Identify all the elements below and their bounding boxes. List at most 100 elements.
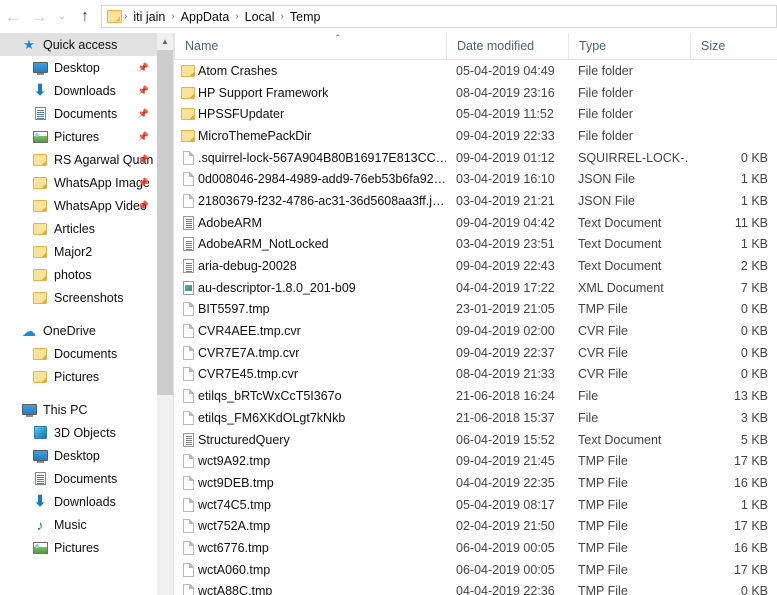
table-row[interactable]: 0d008046-2984-4989-add9-76eb53b6fa92… 03-… [174, 168, 777, 190]
table-row[interactable]: StructuredQuery 06-04-2019 15:52 Text Docu… [174, 429, 777, 451]
file-name-cell: wctA88C.tmp [174, 584, 446, 595]
table-row[interactable]: wct9A92.tmp 09-04-2019 21:45 TMP File 17 KB [174, 450, 777, 472]
folder-icon [178, 86, 198, 99]
table-row[interactable]: etilqs_FM6XKdOLgt7kNkb 21-06-2018 15:37 Fi… [174, 407, 777, 429]
chevron-down-icon[interactable]: ⌄ [52, 2, 72, 32]
breadcrumb-item-1[interactable]: AppData [177, 10, 234, 24]
file-size-cell: 17 KB [733, 562, 768, 577]
breadcrumb-item-2[interactable]: Local [241, 10, 279, 24]
column-header-name[interactable]: Name [174, 33, 446, 60]
table-row[interactable]: etilqs_bRTcWxCcT5I367o 21-06-2018 16:24 Fi… [174, 385, 777, 407]
sidebar-item-whatsapp-video[interactable]: WhatsApp Video 📌 [0, 194, 157, 217]
arrow-up-icon[interactable]: ↑ [72, 2, 98, 32]
file-type-cell: File folder [578, 107, 633, 122]
blank-file-icon [178, 150, 198, 165]
scrollbar-thumb[interactable] [157, 50, 173, 395]
sidebar-item-major2[interactable]: Major2 [0, 240, 157, 263]
table-row[interactable]: HPSSFUpdater 05-04-2019 11:52 File folder [174, 103, 777, 125]
column-header-label: Name [185, 39, 219, 53]
table-row[interactable]: wct9DEB.tmp 04-04-2019 22:35 TMP File 16 KB [174, 472, 777, 494]
table-row[interactable]: BIT5597.tmp 23-01-2019 21:05 TMP File 0 KB [174, 299, 777, 321]
sidebar-item-desktop[interactable]: Desktop [0, 444, 157, 467]
file-size-cell: 0 KB [740, 302, 768, 317]
table-row[interactable]: wct74C5.tmp 05-04-2019 08:17 TMP File 1 KB [174, 494, 777, 516]
file-date-cell: 03-04-2019 21:21 [456, 193, 555, 208]
sidebar-item-label: WhatsApp Image [54, 175, 150, 190]
sidebar-item-quick-access[interactable]: ★ Quick access [0, 33, 157, 56]
pin-icon[interactable]: 📌 [138, 108, 149, 119]
file-type-cell: Text Document [578, 237, 662, 252]
sidebar-item-pictures[interactable]: Pictures [0, 536, 157, 559]
table-row[interactable]: au-descriptor-1.8.0_201-b09 04-04-2019 17… [174, 277, 777, 299]
table-row[interactable]: aria-debug-20028 09-04-2019 22:43 Text Doc… [174, 255, 777, 277]
sidebar-item-documents[interactable]: Documents [0, 467, 157, 490]
forward-icon[interactable]: → [26, 2, 52, 32]
pin-icon[interactable]: 📌 [138, 85, 149, 96]
breadcrumb-item-0[interactable]: iti jain [129, 10, 169, 24]
pin-icon[interactable]: 📌 [138, 177, 149, 188]
sidebar-item-pictures[interactable]: Pictures [0, 365, 157, 388]
pin-icon[interactable]: 📌 [138, 200, 149, 211]
file-name-label: AdobeARM [198, 215, 262, 230]
column-header-label: Type [579, 39, 607, 53]
file-date-cell: 06-04-2019 00:05 [456, 562, 555, 577]
table-row[interactable]: CVR4AEE.tmp.cvr 09-04-2019 02:00 CVR File 0… [174, 320, 777, 342]
table-row[interactable]: wct6776.tmp 06-04-2019 00:05 TMP File 16 KB [174, 537, 777, 559]
breadcrumb-separator: › [280, 11, 284, 22]
column-header-date-modified[interactable]: Date modified [446, 33, 568, 60]
scroll-up-icon[interactable]: ▲ [157, 33, 173, 50]
table-row[interactable]: CVR7E45.tmp.cvr 08-04-2019 21:33 CVR File 0… [174, 364, 777, 386]
sidebar-item-documents[interactable]: Documents 📌 [0, 102, 157, 125]
table-row[interactable]: wctA88C.tmp 04-04-2019 22:36 TMP File 0 KB [174, 581, 777, 595]
file-size-cell: 16 KB [733, 540, 768, 555]
file-name-cell: HP Support Framework [174, 86, 446, 100]
sidebar-item-downloads[interactable]: ⬇ Downloads 📌 [0, 79, 157, 102]
column-header-size[interactable]: Size [690, 33, 777, 60]
sidebar-item-downloads[interactable]: ⬇ Downloads [0, 490, 157, 513]
table-row[interactable]: AdobeARM_NotLocked 03-04-2019 23:51 Text D… [174, 234, 777, 256]
sidebar-item-whatsapp-image[interactable]: WhatsApp Image 📌 [0, 171, 157, 194]
pin-icon[interactable]: 📌 [138, 62, 149, 73]
table-row[interactable]: .squirrel-lock-567A904B80B16917E813CC… 09… [174, 147, 777, 169]
table-row[interactable]: 21803679-f232-4786-ac31-36d5608aa3ff.j… 0… [174, 190, 777, 212]
column-header-type[interactable]: Type [568, 33, 690, 60]
file-name-cell: HPSSFUpdater [174, 107, 446, 121]
sidebar-item-screenshots[interactable]: Screenshots [0, 286, 157, 309]
sidebar-item-rs-agarwal-quan[interactable]: RS Agarwal Quan 📌 [0, 148, 157, 171]
table-row[interactable]: AdobeARM 09-04-2019 04:42 Text Document 11 … [174, 212, 777, 234]
sidebar-item-desktop[interactable]: Desktop 📌 [0, 56, 157, 79]
sidebar-item-photos[interactable]: photos [0, 263, 157, 286]
file-size-cell: 0 KB [740, 584, 768, 595]
table-row[interactable]: Atom Crashes 05-04-2019 04:49 File folder [174, 60, 777, 82]
sidebar-item-pictures[interactable]: Pictures 📌 [0, 125, 157, 148]
blank-file-icon [178, 345, 198, 360]
file-size-cell: 0 KB [740, 367, 768, 382]
sidebar-scrollbar[interactable]: ▲ [157, 33, 173, 595]
blank-file-icon [178, 562, 198, 577]
table-row[interactable]: CVR7E7A.tmp.cvr 09-04-2019 22:37 CVR File 0… [174, 342, 777, 364]
pin-icon[interactable]: 📌 [138, 131, 149, 142]
blank-file-icon [178, 454, 198, 469]
sidebar-item-onedrive[interactable]: ☁ OneDrive [0, 319, 157, 342]
table-row[interactable]: wctA060.tmp 06-04-2019 00:05 TMP File 17 KB [174, 559, 777, 581]
breadcrumb-item-3[interactable]: Temp [286, 10, 325, 24]
back-icon[interactable]: ← [0, 2, 26, 32]
breadcrumb[interactable]: › iti jain › AppData › Local › Temp [101, 5, 777, 28]
file-type-cell: CVR File [578, 345, 629, 360]
file-size-cell: 17 KB [733, 519, 768, 534]
sidebar-item-3d-objects[interactable]: 3D Objects [0, 421, 157, 444]
sidebar-item-documents[interactable]: Documents [0, 342, 157, 365]
sidebar-item-label: Major2 [54, 244, 93, 259]
folder-icon [178, 108, 198, 121]
blank-file-icon [178, 172, 198, 187]
sidebar-item-this-pc[interactable]: This PC [0, 398, 157, 421]
table-row[interactable]: MicroThemePackDir 09-04-2019 22:33 File fo… [174, 125, 777, 147]
breadcrumb-separator: › [171, 11, 175, 22]
sidebar-item-articles[interactable]: Articles [0, 217, 157, 240]
folder-icon [31, 290, 49, 306]
table-row[interactable]: HP Support Framework 08-04-2019 23:16 File… [174, 82, 777, 104]
xml-file-icon [178, 280, 198, 295]
table-row[interactable]: wct752A.tmp 02-04-2019 21:50 TMP File 17 KB [174, 515, 777, 537]
sidebar-item-music[interactable]: ♪ Music [0, 513, 157, 536]
pin-icon[interactable]: 📌 [138, 154, 149, 165]
